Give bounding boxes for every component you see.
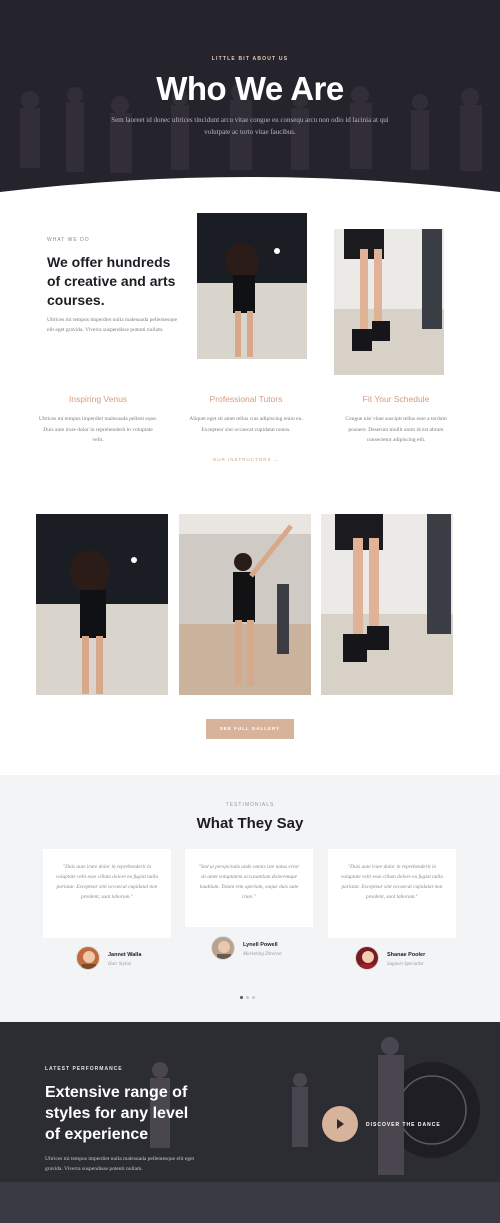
- page-title: Who We Are: [156, 70, 344, 107]
- our-instructors-link[interactable]: OUR INSTRUCTORS →: [186, 457, 306, 462]
- feature-professional-tutors: Professional Tutors Aliquet eget sit ame…: [186, 394, 306, 435]
- dancer-photo-1: [197, 213, 307, 359]
- performance-title: Extensive range of styles for any level …: [45, 1084, 189, 1143]
- feature-title: Fit Your Schedule: [362, 394, 430, 404]
- testimonial-name: Lynell Powell: [243, 942, 278, 948]
- testimonial-name: Jannet Walla: [108, 952, 142, 958]
- carousel-dot[interactable]: [252, 996, 255, 999]
- testimonial-name: Shanae Pooler: [387, 952, 426, 958]
- feature-text: Aliquet eget sit amet tellus cras adipis…: [189, 416, 303, 433]
- testimonial-role: Hair Stylist: [108, 962, 131, 967]
- what-we-do-eyebrow: WHAT WE DO: [47, 237, 90, 243]
- feature-text: Congue nisi vitae suscipit tellus esse a…: [345, 416, 447, 443]
- carousel-dot[interactable]: [240, 996, 243, 999]
- testimonials-section: TESTIMONIALS What They Say "Duis aute ir…: [0, 775, 500, 1022]
- testimonial-role: Marketing Director: [243, 952, 283, 957]
- play-icon: [337, 1119, 344, 1129]
- see-full-gallery-button[interactable]: SEE FULL GALLERY: [206, 719, 294, 739]
- feature-text: Ultrices mi tempus imperdiet malesuada p…: [38, 416, 158, 443]
- what-we-do-text: Ultrices mi tempus imperdiet nulla males…: [47, 317, 178, 333]
- feature-inspiring-venus: Inspiring Venus Ultrices mi tempus imper…: [38, 394, 158, 446]
- dancer-photo-2: [334, 229, 444, 375]
- carousel-dot[interactable]: [246, 996, 249, 999]
- play-button[interactable]: [322, 1106, 358, 1142]
- hero-section: LITTLE BIT ABOUT US Who We Are Sem laore…: [0, 0, 500, 200]
- performance-text: Ultrices mi tempus imperdiet nulla males…: [45, 1156, 195, 1172]
- testimonial-role: Support Specialist: [387, 962, 424, 967]
- feature-title: Professional Tutors: [209, 394, 283, 404]
- gallery-photo-3[interactable]: [321, 514, 453, 695]
- avatar: [211, 936, 235, 960]
- gallery-photo-1[interactable]: [36, 514, 168, 695]
- what-we-do-title: We offer hundreds of creative and arts c…: [47, 254, 176, 308]
- testimonials-eyebrow: TESTIMONIALS: [225, 802, 275, 808]
- testimonials-title: What They Say: [196, 815, 304, 832]
- hero-curve-divider: [0, 177, 500, 200]
- gallery-photo-2[interactable]: [179, 514, 311, 695]
- avatar: [76, 946, 100, 970]
- feature-fit-your-schedule: Fit Your Schedule Congue nisi vitae susc…: [336, 394, 456, 446]
- discover-dance-label[interactable]: DISCOVER THE DANCE: [366, 1122, 441, 1128]
- carousel-dots: [240, 986, 264, 999]
- hero-subtitle: Sem laoreet id donec ultrices tincidunt …: [111, 116, 389, 136]
- feature-title: Inspiring Venus: [68, 394, 128, 404]
- testimonial-card: "Duis aute irure dolor in reprehenderit …: [43, 849, 171, 938]
- testimonial-card: "Sed ut perspiciatis unde omnis iste nat…: [185, 849, 313, 927]
- hero-eyebrow: LITTLE BIT ABOUT US: [211, 56, 289, 62]
- avatar: [355, 946, 379, 970]
- performance-eyebrow: LATEST PERFORMANCE: [45, 1066, 123, 1072]
- testimonial-card: "Duis aute irure dolor in reprehenderit …: [328, 849, 456, 938]
- performance-section: LATEST PERFORMANCE Extensive range of st…: [0, 1022, 500, 1223]
